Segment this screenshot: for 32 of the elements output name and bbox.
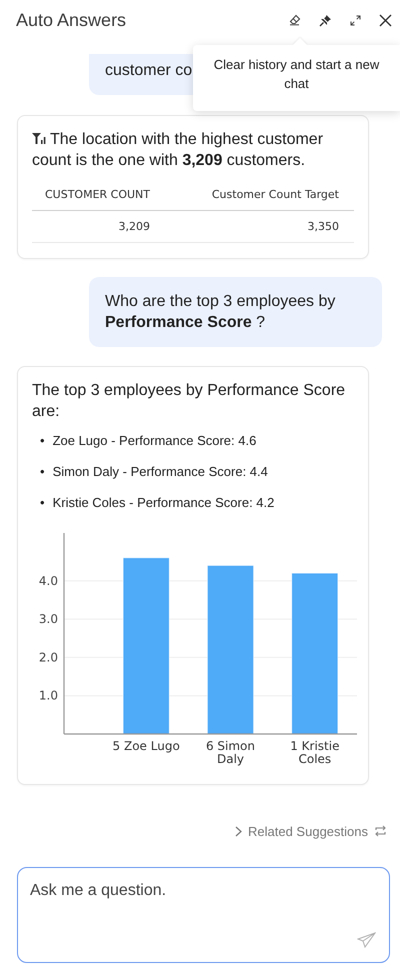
axis-label: 4.0 xyxy=(38,574,58,588)
axis-label: 1 Kristie Coles xyxy=(290,739,340,766)
related-suggestions-button[interactable]: Related Suggestions xyxy=(235,824,368,838)
chevron-right-icon xyxy=(235,826,242,836)
expand-icon xyxy=(350,14,360,26)
list-item: Kristie Coles - Performance Score: 4.2 xyxy=(52,494,274,510)
axis-label: 1.0 xyxy=(38,688,58,703)
axis-label: 2.0 xyxy=(38,650,58,664)
axis-label: 6 Simon Daly xyxy=(206,739,256,766)
tooltip-text: Clear history and start a new chat xyxy=(214,57,380,91)
send-icon xyxy=(356,932,376,948)
column-header: CUSTOMER COUNT xyxy=(32,188,165,210)
list-bullet: • xyxy=(40,494,45,510)
eraser-icon xyxy=(289,14,301,26)
list-item: Zoe Lugo - Performance Score: 4.6 xyxy=(52,432,256,448)
column-header: Customer Count Target xyxy=(165,188,354,210)
table-cell: 3,350 xyxy=(165,210,354,242)
answer-text: The top 3 employees by Performance Score are: xyxy=(32,382,346,420)
list-item: Simon Daly - Performance Score: 4.4 xyxy=(52,464,268,480)
list-bullet: • xyxy=(40,432,45,448)
window-title: Auto Answers xyxy=(16,10,128,30)
question-text: Who are the top 3 employees by Performance Score ? xyxy=(105,293,336,331)
answer-text: The location with the highest customer count is the one with 3,209 customers. xyxy=(32,131,324,169)
question-text: customer co xyxy=(105,62,192,79)
close-icon xyxy=(378,14,392,26)
list-bullet: • xyxy=(40,464,45,480)
question-input[interactable]: Ask me a question. xyxy=(17,867,390,963)
axis-label: 3.0 xyxy=(38,612,58,626)
pin-icon xyxy=(318,14,332,26)
refresh-icon[interactable] xyxy=(374,825,387,837)
axis-label: 5 Zoe Lugo xyxy=(112,739,180,753)
table-cell: 3,209 xyxy=(32,210,165,242)
